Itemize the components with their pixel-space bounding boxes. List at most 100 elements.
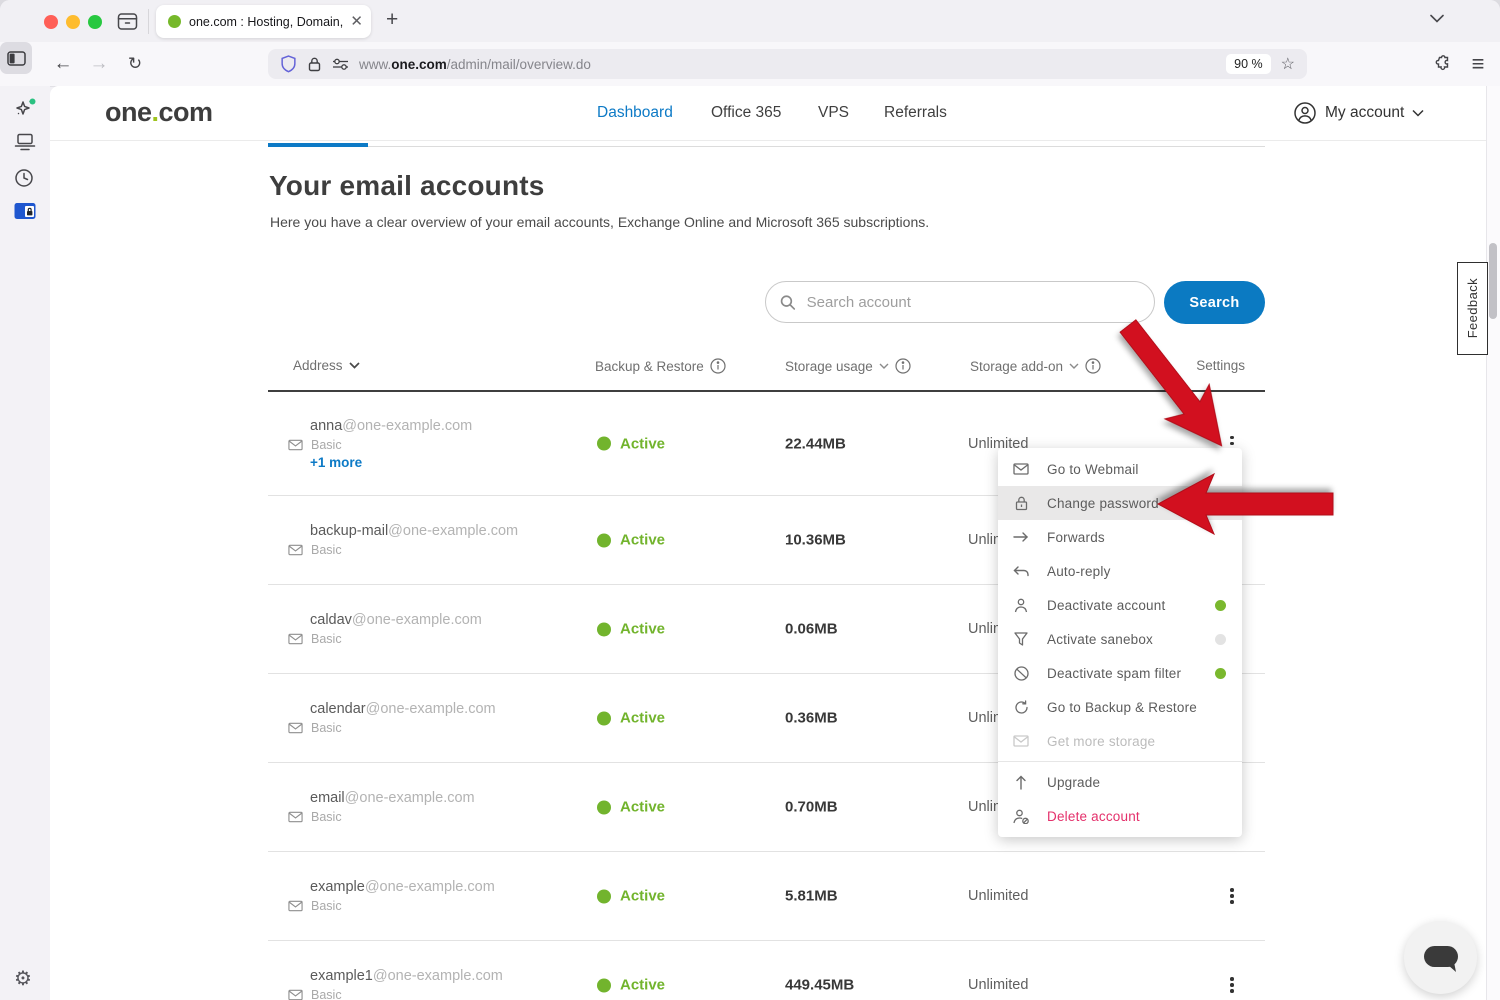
library-icon[interactable] — [117, 12, 138, 31]
storage-usage: 22.44MB — [785, 435, 846, 452]
nav-office-365[interactable]: Office 365 — [711, 104, 781, 122]
status-dot — [597, 711, 611, 725]
more-link[interactable]: +1 more — [288, 455, 472, 470]
ai-chatbot-icon[interactable] — [14, 98, 36, 120]
reply-arrow-icon — [1012, 565, 1030, 578]
arrow-up-icon — [1012, 775, 1030, 790]
chevron-down-icon — [1069, 363, 1079, 369]
my-account-menu[interactable]: My account — [1293, 101, 1424, 125]
onecom-logo[interactable]: one.com — [105, 97, 213, 128]
scrollbar-thumb[interactable] — [1489, 243, 1497, 319]
person-icon — [1012, 598, 1030, 613]
storage-usage: 449.45MB — [785, 977, 854, 994]
secure-tab-icon[interactable] — [14, 202, 37, 221]
storage-usage: 0.06MB — [785, 621, 838, 638]
search-input[interactable] — [805, 293, 1140, 312]
zoom-level-badge[interactable]: 90 % — [1226, 54, 1271, 74]
header-storage-addon[interactable]: Storage add-on — [970, 358, 1101, 374]
extensions-puzzle-icon[interactable] — [1430, 42, 1454, 86]
header-storage-usage[interactable]: Storage usage — [785, 358, 911, 374]
zoom-window-button[interactable] — [88, 15, 102, 29]
history-clock-icon[interactable] — [14, 168, 34, 188]
info-icon[interactable] — [895, 358, 911, 374]
nav-referrals[interactable]: Referrals — [884, 104, 947, 122]
search-button[interactable]: Search — [1164, 281, 1265, 324]
storage-addon: Unlimited — [968, 977, 1028, 993]
chat-widget-button[interactable] — [1404, 921, 1477, 994]
header-backup: Backup & Restore — [595, 358, 726, 374]
search-icon — [780, 294, 796, 311]
info-icon[interactable] — [710, 358, 726, 374]
page-scrollbar[interactable] — [1486, 86, 1500, 1000]
plan-label: Basic — [311, 632, 342, 646]
status-badge: Active — [597, 888, 665, 905]
status-dot — [597, 889, 611, 903]
permissions-icon[interactable] — [332, 58, 349, 70]
feedback-tab[interactable]: Feedback — [1457, 262, 1488, 355]
menu-item-go-to-webmail[interactable]: Go to Webmail — [998, 452, 1242, 486]
page-title: Your email accounts — [269, 170, 545, 202]
minimize-window-button[interactable] — [66, 15, 80, 29]
chevron-down-icon — [1412, 109, 1424, 117]
close-window-button[interactable] — [44, 15, 58, 29]
person-remove-icon — [1012, 809, 1030, 824]
row-settings-button[interactable] — [1220, 972, 1244, 998]
plan-label: Basic — [311, 899, 342, 913]
status-dot-gray — [1215, 634, 1226, 645]
row-settings-button[interactable] — [1220, 883, 1244, 909]
logo-green-dot: . — [152, 97, 159, 127]
browser-window: one.com : Hosting, Domain, Ema ✕ + ← → ↻… — [0, 0, 1500, 1000]
status-dot — [597, 978, 611, 992]
sidebar-toggle-button[interactable] — [0, 42, 32, 74]
mail-icon — [288, 900, 303, 912]
row-settings-context-menu: Go to Webmail Change password Forwards A… — [998, 448, 1242, 837]
search-box[interactable] — [765, 281, 1155, 323]
synced-tabs-icon[interactable] — [14, 133, 36, 152]
plan-label: Basic — [311, 438, 342, 452]
url-bar[interactable]: www.one.com/admin/mail/overview.do 90 % … — [268, 49, 1307, 79]
header-address[interactable]: Address — [293, 358, 360, 373]
mail-icon — [288, 633, 303, 645]
table-row: example1@one-example.com Basic Active 44… — [268, 940, 1265, 1000]
tab-close-icon[interactable]: ✕ — [350, 14, 363, 29]
menu-hamburger-icon[interactable]: ≡ — [1466, 42, 1490, 86]
block-icon — [1012, 666, 1030, 681]
status-badge: Active — [597, 799, 665, 816]
reload-button[interactable]: ↻ — [124, 42, 146, 86]
status-badge: Active — [597, 532, 665, 549]
speech-bubble-icon — [1420, 941, 1462, 975]
menu-item-delete-account[interactable]: Delete account — [998, 799, 1242, 833]
menu-item-deactivate-account[interactable]: Deactivate account — [998, 588, 1242, 622]
menu-item-go-to-backup-restore[interactable]: Go to Backup & Restore — [998, 690, 1242, 724]
tabs-underline — [268, 146, 1265, 147]
tracking-shield-icon[interactable] — [280, 55, 297, 73]
forward-button[interactable]: → — [88, 42, 110, 86]
back-button[interactable]: ← — [52, 42, 74, 86]
menu-item-change-password[interactable]: Change password — [998, 486, 1242, 520]
restore-icon — [1012, 700, 1030, 715]
menu-item-deactivate-spam-filter[interactable]: Deactivate spam filter — [998, 656, 1242, 690]
menu-item-activate-sanebox[interactable]: Activate sanebox — [998, 622, 1242, 656]
tab-list-chevron-icon[interactable] — [1430, 14, 1444, 23]
menu-item-auto-reply[interactable]: Auto-reply — [998, 554, 1242, 588]
menu-item-upgrade[interactable]: Upgrade — [998, 765, 1242, 799]
mail-icon — [288, 989, 303, 1000]
menu-divider — [998, 761, 1242, 762]
plan-label: Basic — [311, 810, 342, 824]
menu-item-get-more-storage[interactable]: Get more storage — [998, 724, 1242, 758]
status-dot-green — [1215, 668, 1226, 679]
page-subtitle: Here you have a clear overview of your e… — [270, 214, 929, 230]
new-tab-button[interactable]: + — [386, 8, 398, 32]
info-icon[interactable] — [1085, 358, 1101, 374]
lock-icon[interactable] — [308, 57, 321, 72]
nav-vps[interactable]: VPS — [818, 104, 849, 122]
table-row: example@one-example.com Basic Active 5.8… — [268, 851, 1265, 940]
browser-tab[interactable]: one.com : Hosting, Domain, Ema ✕ — [156, 5, 371, 38]
nav-dashboard[interactable]: Dashboard — [597, 104, 673, 122]
storage-usage: 10.36MB — [785, 532, 846, 549]
bookmark-star-icon[interactable]: ☆ — [1281, 54, 1295, 74]
menu-item-forwards[interactable]: Forwards — [998, 520, 1242, 554]
settings-gear-icon[interactable]: ⚙ — [14, 966, 32, 991]
tab-title: one.com : Hosting, Domain, Ema — [189, 15, 346, 29]
storage-usage: 0.36MB — [785, 710, 838, 727]
